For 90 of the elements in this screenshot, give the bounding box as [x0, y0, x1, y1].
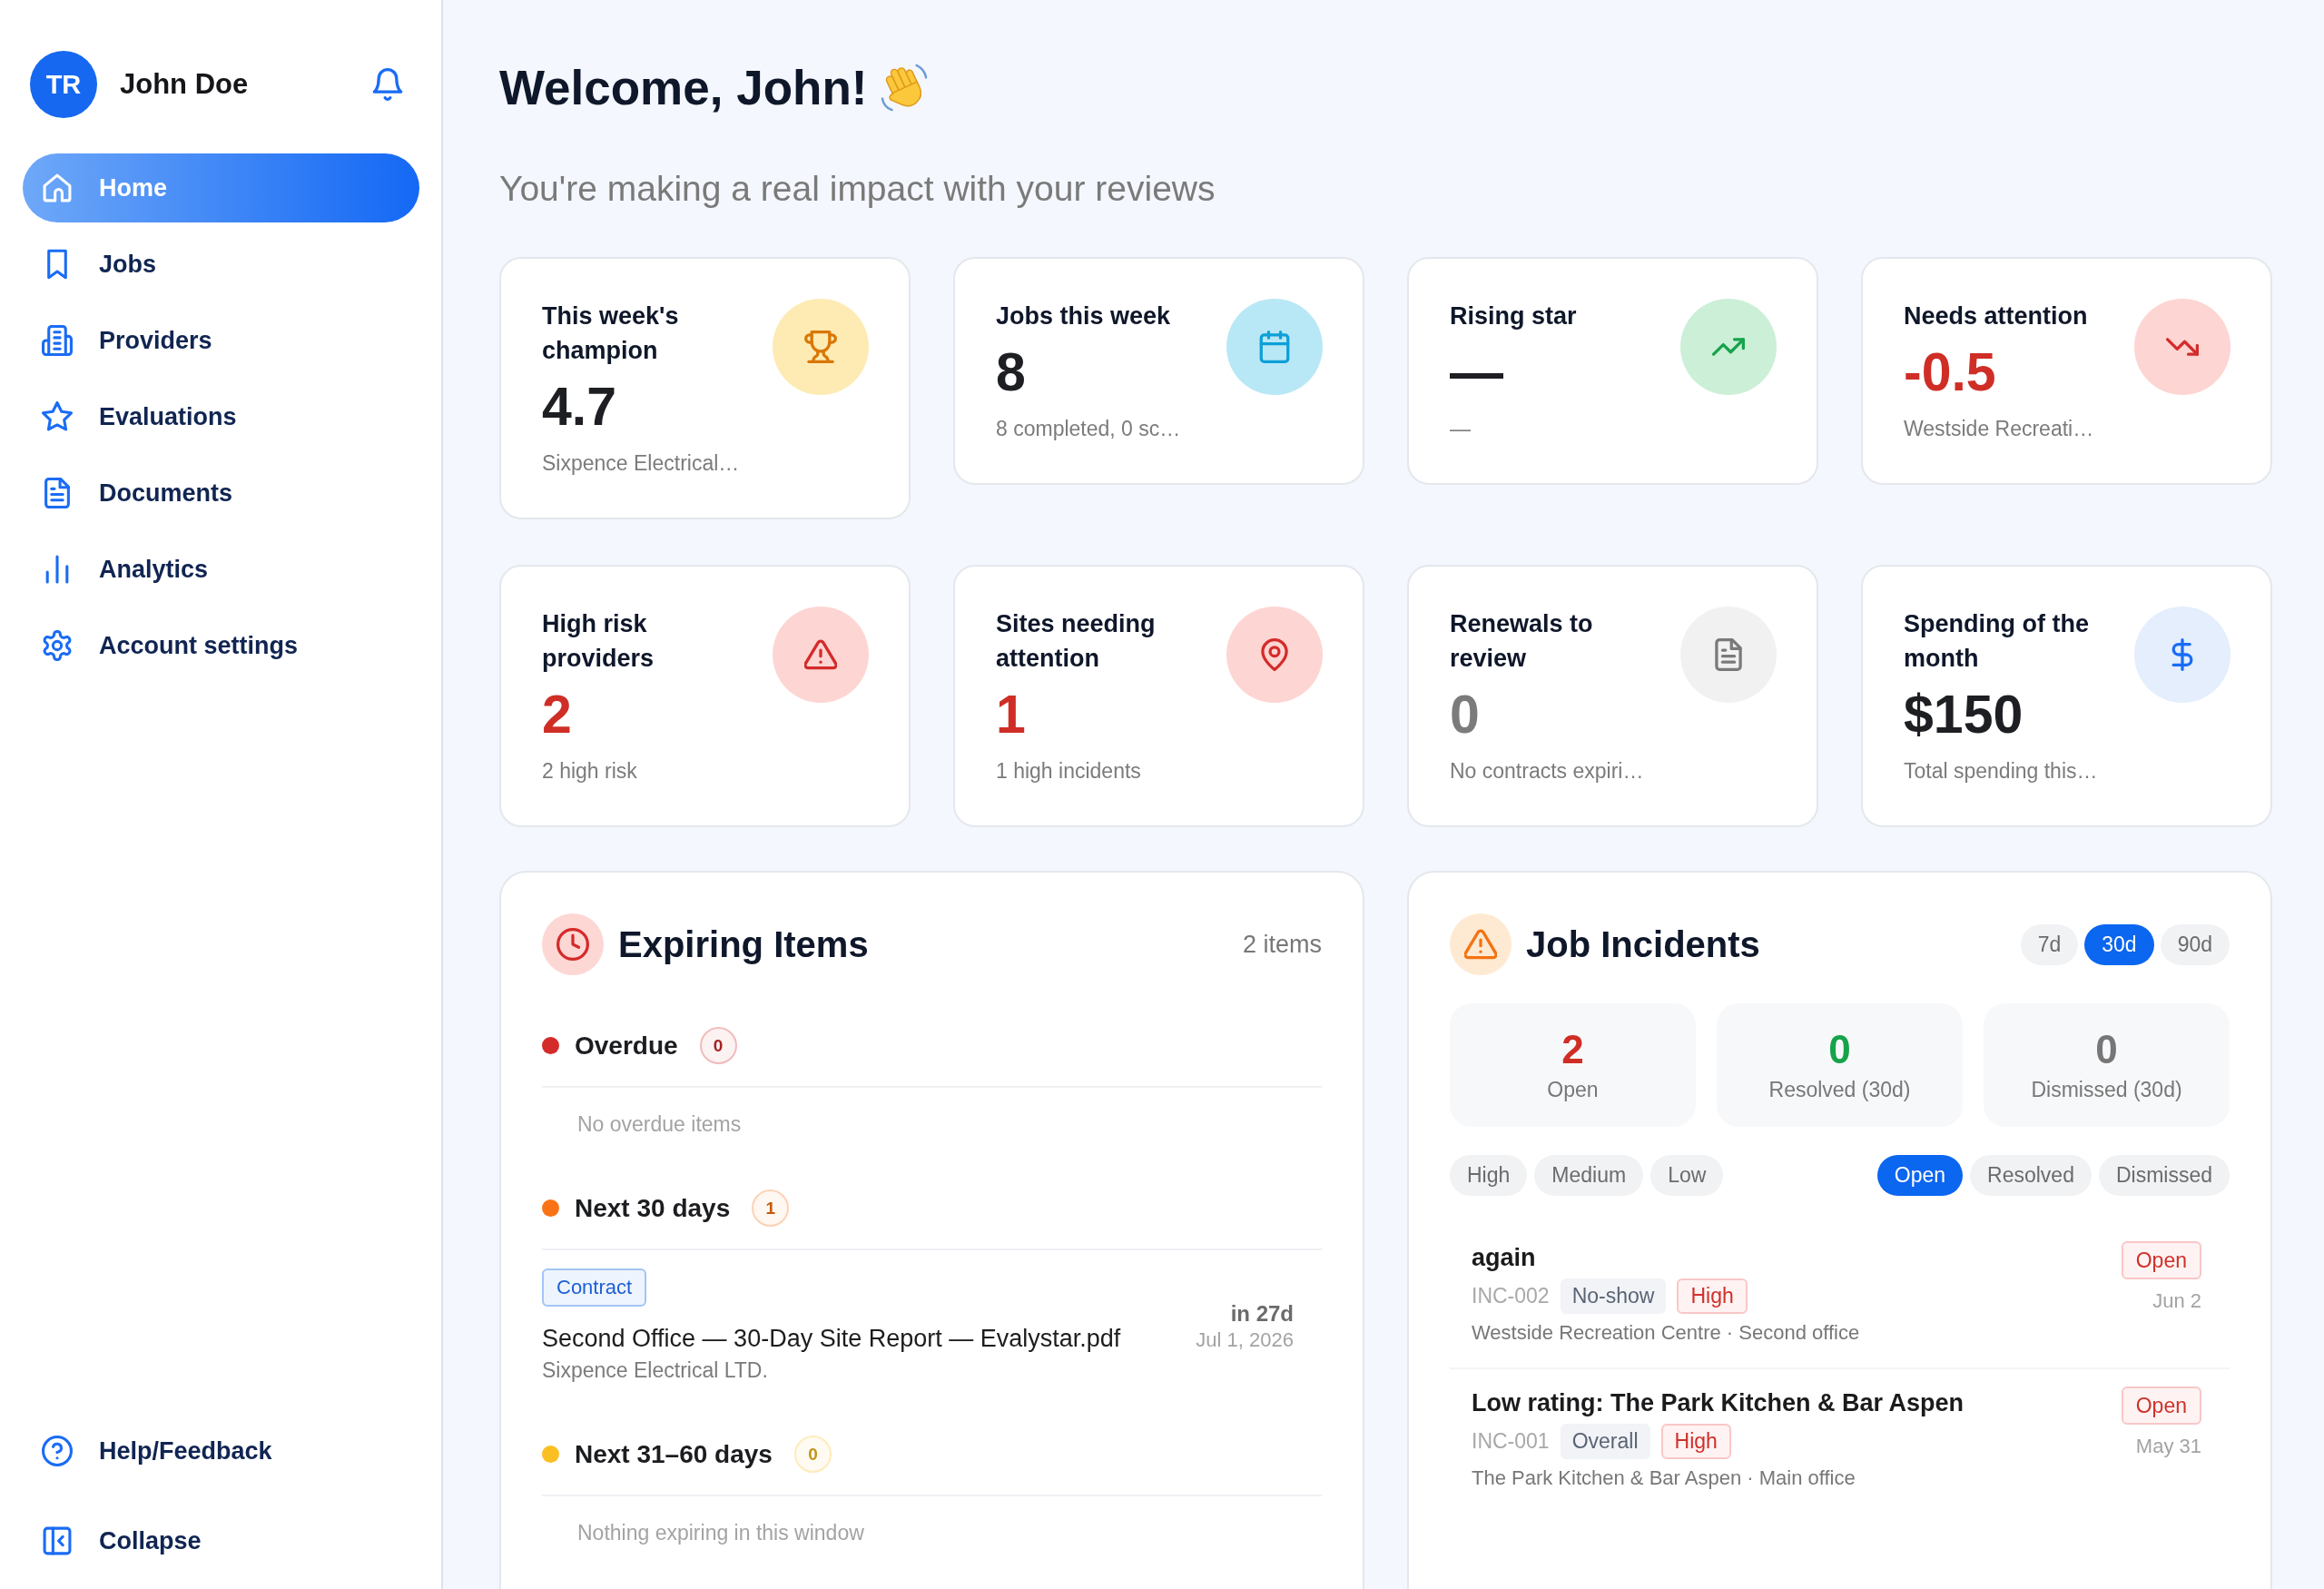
count-badge: 1 [752, 1189, 790, 1227]
stat-card-subtitle: Sixpence Electrical… [542, 450, 741, 477]
home-icon [42, 173, 73, 203]
document-icon [42, 478, 73, 508]
incident-location: Westside Recreation Centre · Second office [1472, 1321, 1860, 1344]
stat-value: 0 [1828, 1027, 1851, 1072]
due-in: in 27d [1229, 1299, 1294, 1327]
range-tab[interactable]: 30d [2084, 923, 2154, 965]
incident-id: INC-001 [1472, 1429, 1550, 1454]
stat-card-title: High risk providers [542, 609, 655, 674]
items-count: 2 items [1242, 930, 1322, 959]
document-title[interactable]: Second Office — 30-Day Site Report — Evalystar.pdf [542, 1322, 1121, 1355]
stat-card-value: 1 [996, 685, 1027, 745]
severity-filter-chip[interactable]: Low [1650, 1155, 1724, 1196]
stat-card-title: Rising star [1450, 301, 1578, 331]
notification-bell-icon[interactable] [371, 68, 404, 101]
stat-card-value: — [1450, 342, 1504, 402]
status-filter-chip[interactable]: Open [1876, 1155, 1964, 1196]
stat-card-title: Spending of the month [1904, 609, 2090, 674]
stat-label: Dismissed (30d) [2031, 1077, 2182, 1103]
stat-card-subtitle: — [1450, 416, 1472, 442]
status-tag: Open [2121, 1387, 2201, 1425]
category-tag: No-show [1560, 1278, 1667, 1314]
status-filter-chip[interactable]: Dismissed [2098, 1155, 2230, 1196]
count-badge: 0 [793, 1436, 832, 1473]
stat-label: Resolved (30d) [1768, 1077, 1911, 1103]
settings-icon [42, 630, 73, 661]
sidebar-nav-item[interactable]: Documents [23, 459, 419, 528]
status-filter-chip[interactable]: Resolved [1970, 1155, 2092, 1196]
stat-card-title: Jobs this week [996, 301, 1172, 331]
severity-filter-chip[interactable]: Medium [1534, 1155, 1644, 1196]
stat-card-value: -0.5 [1904, 342, 1997, 402]
panel-title: Job Incidents [1526, 923, 1761, 965]
status-tag: Open [2121, 1241, 2201, 1279]
category-tag: Overall [1560, 1424, 1650, 1459]
severity-tag: High [1660, 1424, 1731, 1459]
stat-card-subtitle: No contracts expiri… [1450, 758, 1645, 785]
group-label: Next 30 days [575, 1193, 731, 1223]
incident-id: INC-002 [1472, 1284, 1550, 1308]
stat-card-value: 4.7 [542, 377, 618, 437]
stat-card-subtitle: 8 completed, 0 sc… [996, 416, 1182, 442]
empty-message: No overdue items [577, 1112, 742, 1136]
user-avatar: TR [30, 51, 97, 118]
sidebar-nav-item[interactable]: Collapse [23, 1514, 419, 1568]
sidebar-nav-item[interactable]: Providers [23, 306, 419, 375]
stat-value: 2 [1561, 1027, 1584, 1072]
provider-name: Sixpence Electrical LTD. [542, 1357, 768, 1384]
building-icon [42, 325, 73, 356]
stat-card-title: Sites needing attention [996, 609, 1157, 674]
sidebar-nav-item[interactable]: Jobs [23, 230, 419, 299]
incident-date: May 31 [2135, 1434, 2201, 1459]
sidebar-nav-item[interactable]: Help/Feedback [23, 1424, 419, 1478]
incident-title[interactable]: again [1472, 1244, 1536, 1271]
sidebar-nav-item[interactable]: Analytics [23, 535, 419, 604]
severity-filter-chip[interactable]: High [1450, 1155, 1528, 1196]
incident-location: The Park Kitchen & Bar Aspen · Main office [1472, 1466, 1856, 1489]
incident-date: Jun 2 [2152, 1288, 2201, 1314]
document-type-tag: Contract [542, 1268, 647, 1307]
panel-title: Expiring Items [618, 923, 870, 965]
stat-card-title: Needs attention [1904, 301, 2089, 331]
group-label: Overdue [575, 1031, 678, 1061]
sidebar-nav-item[interactable]: Evaluations [23, 382, 419, 451]
stat-card-subtitle: 1 high incidents [996, 758, 1142, 785]
stat-card-subtitle: 2 high risk [542, 758, 638, 785]
stat-card-title: Renewals to review [1450, 609, 1594, 674]
stat-card-value: 2 [542, 685, 573, 745]
welcome-heading: Welcome, John! [499, 60, 868, 116]
stat-label: Open [1547, 1077, 1599, 1103]
star-icon [42, 401, 73, 432]
stat-card-subtitle: Westside Recreati… [1904, 416, 2095, 442]
range-tab[interactable]: 7d [2020, 923, 2079, 965]
sidebar-collapse-icon [42, 1525, 73, 1556]
count-badge: 0 [699, 1027, 737, 1064]
due-date: Jul 1, 2026 [1196, 1327, 1294, 1353]
severity-tag: High [1677, 1278, 1748, 1314]
incident-title[interactable]: Low rating: The Park Kitchen & Bar Aspen [1472, 1389, 1965, 1416]
stat-card-value: $150 [1904, 685, 2024, 745]
range-tab[interactable]: 90d [2160, 923, 2230, 965]
waving-hand-icon [880, 64, 930, 113]
user-name: John Doe [120, 68, 250, 101]
sidebar-nav-item[interactable]: Account settings [23, 611, 419, 680]
stat-value: 0 [2095, 1027, 2118, 1072]
empty-message: Nothing expiring in this window [577, 1521, 864, 1545]
welcome-subtitle: You're making a real impact with your reviews [499, 169, 1216, 209]
stat-card-title: This week's champion [542, 301, 680, 366]
stat-card-value: 0 [1450, 685, 1481, 745]
stat-card-value: 8 [996, 342, 1027, 402]
group-label: Next 31–60 days [575, 1439, 773, 1469]
stat-card-subtitle: Total spending this… [1904, 758, 2099, 785]
help-icon [42, 1436, 73, 1466]
